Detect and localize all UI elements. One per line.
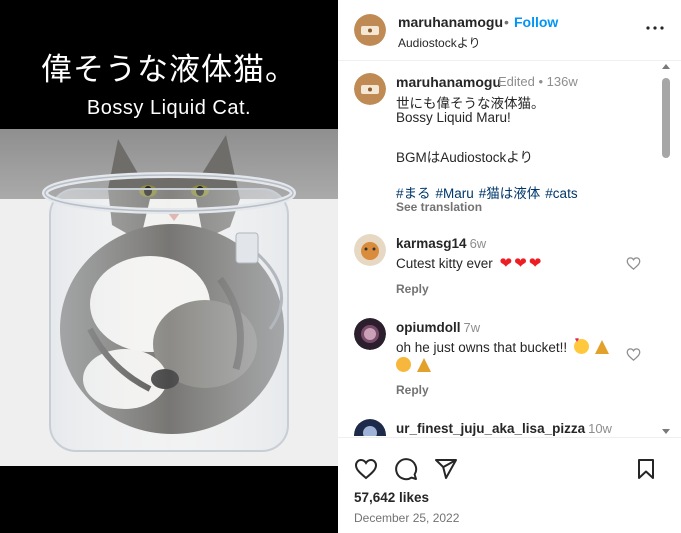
red-heart-icon: ❤ (514, 254, 527, 272)
comment-time: 7w (463, 320, 481, 335)
author-username[interactable]: maruhanamogu (398, 14, 503, 30)
party-popper-icon (416, 358, 431, 372)
hashtag-link[interactable]: #まる (396, 186, 431, 201)
caption-username[interactable]: maruhanamogu (396, 74, 501, 90)
comment-text: Cutest kitty ever ❤ ❤ ❤ (396, 254, 542, 272)
caption-author-avatar[interactable] (354, 73, 386, 105)
caption-hashtags: #まる #Maru #猫は液体 #cats (396, 182, 583, 202)
post-actions: 57,642 likes December 25, 2022 (338, 437, 681, 533)
caption-line: Bossy Liquid Maru! (396, 110, 511, 125)
cat-in-bucket-photo (0, 129, 338, 466)
more-options-icon[interactable] (643, 16, 667, 40)
comment-icon[interactable] (394, 457, 418, 481)
scroll-down-arrow-icon[interactable] (662, 429, 670, 434)
hashtag-link[interactable]: #Maru (436, 186, 474, 201)
commenter-avatar[interactable] (354, 234, 386, 266)
audio-attribution[interactable]: Audiostockより (398, 34, 480, 51)
post-header: maruhanamogu • Follow Audiostockより (338, 0, 681, 61)
video-caption-japanese: 偉そうな液体猫。 (41, 52, 297, 88)
party-popper-icon (594, 340, 609, 354)
save-bookmark-icon[interactable] (634, 457, 658, 481)
post-date: December 25, 2022 (354, 511, 460, 525)
red-heart-icon: ❤ (528, 254, 542, 272)
comments-scrollbar[interactable] (660, 62, 672, 437)
header-separator: • (504, 14, 509, 30)
caption-meta: Edited • 136w (498, 74, 578, 89)
scrollbar-thumb[interactable] (662, 78, 670, 158)
like-comment-icon[interactable] (626, 256, 641, 271)
comment-text-continued (396, 357, 431, 373)
comment-text: oh he just owns that bucket!! ♥ (396, 337, 609, 355)
comment-username[interactable]: opiumdoll 7w (396, 320, 480, 335)
share-icon[interactable] (434, 457, 458, 481)
comment-username[interactable]: ur_finest_juju_aka_lisa_pizza 10w (396, 421, 612, 436)
author-avatar[interactable] (354, 14, 386, 46)
reply-button[interactable]: Reply (396, 282, 429, 296)
follow-button[interactable]: Follow (514, 14, 558, 30)
reply-button[interactable]: Reply (396, 383, 429, 397)
hashtag-link[interactable]: #cats (545, 186, 577, 201)
comment-username[interactable]: karmasg14 6w (396, 236, 486, 251)
cat-icon (396, 357, 411, 372)
video-caption-english: Bossy Liquid Cat. (86, 97, 252, 119)
scroll-up-arrow-icon[interactable] (662, 64, 670, 69)
smiling-face-with-hearts-icon: ♥ (573, 337, 589, 354)
like-heart-icon[interactable] (354, 457, 378, 481)
comment-time: 10w (588, 421, 612, 436)
caption-line: BGMはAudiostockより (396, 150, 534, 165)
post-side-panel: maruhanamogu • Follow Audiostockより maruh… (338, 0, 681, 533)
post-media[interactable]: 偉そうな液体猫。 Bossy Liquid Cat. (0, 0, 338, 533)
comment-time: 6w (469, 236, 487, 251)
commenter-avatar[interactable] (354, 419, 386, 436)
commenter-avatar[interactable] (354, 318, 386, 350)
see-translation-link[interactable]: See translation (396, 200, 482, 214)
hashtag-link[interactable]: #猫は液体 (479, 186, 541, 201)
caption-line: 世にも偉そうな液体猫。 (396, 96, 545, 111)
red-heart-icon: ❤ (499, 254, 513, 272)
comments-list[interactable]: maruhanamogu Edited • 136w 世にも偉そうな液体猫。 B… (338, 62, 681, 436)
likes-count[interactable]: 57,642 likes (354, 490, 429, 505)
like-comment-icon[interactable] (626, 347, 641, 362)
